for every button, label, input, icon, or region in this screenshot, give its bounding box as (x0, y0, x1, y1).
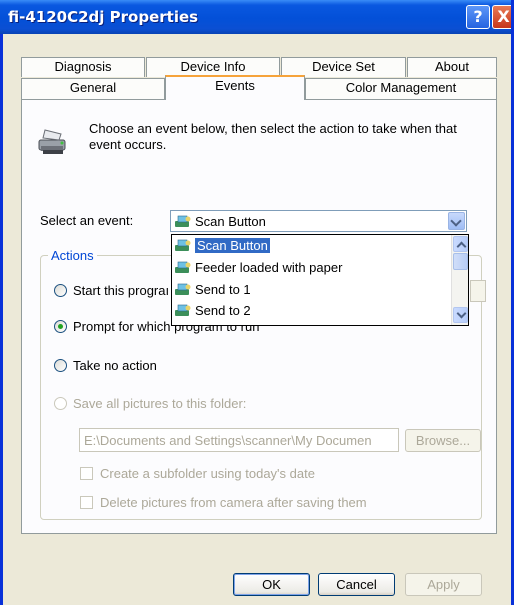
tab-color-management[interactable]: Color Management (305, 78, 497, 99)
event-select[interactable]: Scan Button (170, 210, 467, 232)
prompt-program-label-start: Prompt for which (73, 319, 171, 334)
dropdown-scrollbar[interactable] (451, 235, 468, 325)
tab-device-info[interactable]: Device Info (146, 57, 280, 77)
scanner-icon (38, 129, 66, 154)
chevron-down-icon[interactable] (448, 212, 465, 230)
save-pictures-radio[interactable] (54, 397, 67, 410)
scroll-thumb[interactable] (453, 253, 468, 270)
title-bar[interactable]: fi-4120C2dj Properties ? X (0, 0, 511, 34)
list-item-label: Feeder loaded with paper (195, 260, 343, 275)
scroll-up-icon[interactable] (453, 236, 468, 252)
apply-button[interactable]: Apply (405, 573, 482, 596)
description-line-1: Choose an event below, then select the a… (89, 121, 457, 136)
help-button[interactable]: ? (466, 5, 490, 29)
scanner-event-icon (175, 304, 191, 316)
window-border (0, 34, 3, 605)
ok-button[interactable]: OK (233, 573, 310, 596)
event-dropdown-list[interactable]: Scan Button Feeder loaded with paper Sen… (171, 234, 469, 326)
scroll-down-icon[interactable] (453, 307, 468, 323)
take-no-action-radio[interactable] (54, 359, 67, 372)
browse-button[interactable]: Browse... (405, 429, 481, 452)
start-program-label[interactable]: Start this prograı (73, 283, 169, 298)
tab-device-set[interactable]: Device Set (281, 57, 406, 77)
tab-about[interactable]: About (407, 57, 497, 77)
scanner-event-icon (175, 261, 191, 273)
scanner-event-icon (175, 215, 191, 227)
create-subfolder-label: Create a subfolder using today's date (100, 466, 315, 481)
list-item-label: Scan Button (195, 238, 270, 253)
list-item[interactable]: Feeder loaded with paper (174, 260, 342, 277)
folder-path-value: E:\Documents and Settings\scanner\My Doc… (84, 433, 372, 448)
event-select-value: Scan Button (195, 214, 266, 229)
select-event-label: Select an event: (40, 213, 134, 228)
start-program-radio[interactable] (54, 284, 67, 297)
list-item[interactable]: Send to 2 (174, 303, 251, 320)
actions-group-label: Actions (48, 248, 97, 263)
event-select-value-row: Scan Button (174, 214, 266, 229)
tab-events[interactable]: Events (165, 75, 305, 100)
create-subfolder-checkbox[interactable] (80, 467, 93, 480)
delete-pictures-checkbox[interactable] (80, 496, 93, 509)
list-item[interactable]: Send to 1 (174, 282, 251, 299)
tab-diagnosis[interactable]: Diagnosis (21, 57, 145, 77)
window-title: fi-4120C2dj Properties (8, 8, 199, 26)
list-item-label: Send to 1 (195, 282, 251, 297)
take-no-action-label[interactable]: Take no action (73, 358, 157, 373)
delete-pictures-label: Delete pictures from camera after saving… (100, 495, 367, 510)
folder-path-field[interactable]: E:\Documents and Settings\scanner\My Doc… (79, 428, 399, 452)
tab-general[interactable]: General (21, 78, 165, 99)
description-line-2: event occurs. (89, 137, 167, 152)
close-button[interactable]: X (492, 5, 511, 29)
program-select-arrow (470, 280, 486, 302)
properties-dialog: fi-4120C2dj Properties ? X Diagnosis Dev… (0, 0, 514, 605)
prompt-program-radio[interactable] (54, 320, 67, 333)
save-pictures-label: Save all pictures to this folder: (73, 396, 247, 411)
list-item[interactable]: Scan Button (174, 238, 270, 255)
scanner-event-icon (175, 239, 191, 251)
cancel-button[interactable]: Cancel (318, 573, 395, 596)
scanner-event-icon (175, 283, 191, 295)
list-item-label: Send to 2 (195, 303, 251, 318)
